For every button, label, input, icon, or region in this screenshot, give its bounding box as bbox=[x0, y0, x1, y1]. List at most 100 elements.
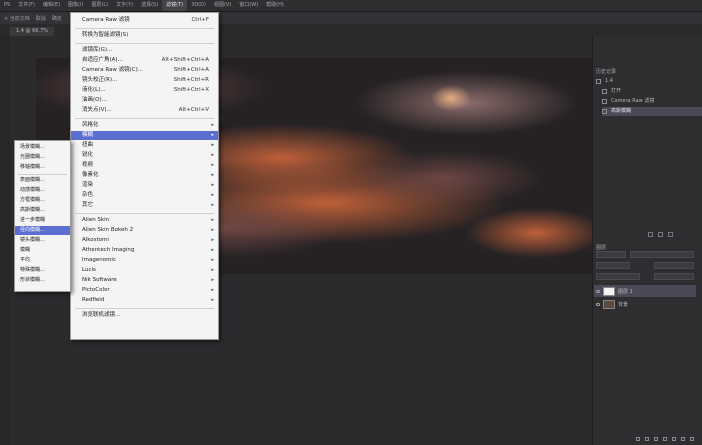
menu-item-label: Alien Skin bbox=[82, 217, 110, 223]
menu-separator bbox=[18, 174, 67, 175]
menu-item-label: Alkostomi bbox=[82, 237, 109, 243]
history-row[interactable]: 高斯模糊 bbox=[602, 107, 702, 116]
filter-menu-item[interactable]: 自适应广角(A)... Alt+Shift+Ctrl+A bbox=[71, 56, 218, 65]
document-tab[interactable]: 1.4 @ 66.7% bbox=[10, 27, 55, 36]
adjustment-icon[interactable] bbox=[663, 437, 667, 441]
filter-menu-item[interactable]: Lucis ▸ bbox=[71, 266, 218, 275]
visibility-eye-icon[interactable] bbox=[596, 302, 600, 306]
filter-menu-item[interactable]: Camera Raw 滤镜(C)... Shift+Ctrl+A bbox=[71, 66, 218, 75]
close-icon[interactable] bbox=[668, 232, 673, 237]
menu-item[interactable]: 文字(Y) bbox=[112, 0, 137, 11]
filter-menu-item[interactable]: 视频 ▸ bbox=[71, 161, 218, 170]
filter-menu-item[interactable]: Athentech Imaging ▸ bbox=[71, 246, 218, 255]
blur-submenu-item[interactable]: 径向模糊... bbox=[15, 226, 70, 235]
submenu-arrow-icon: ▸ bbox=[211, 142, 214, 148]
filter-menu-item[interactable]: Camera Raw 滤镜 Ctrl+F bbox=[71, 16, 218, 25]
fill-field[interactable] bbox=[654, 273, 694, 280]
menu-item[interactable]: 帮助(H) bbox=[262, 0, 288, 11]
menu-bar: PS 文件(F) 编辑(E) 图像(I) 图层(L) 文字(Y) 选择(S) 滤镜(T) 3D(… bbox=[0, 0, 702, 12]
menu-item-label: PictoColor bbox=[82, 287, 110, 293]
submenu-arrow-icon: ▸ bbox=[211, 247, 214, 253]
history-row[interactable]: Camera Raw 滤镜 bbox=[602, 97, 702, 106]
options-item[interactable]: ✕ 当前文档 bbox=[4, 15, 30, 22]
filter-menu-item[interactable]: 转换为智能滤镜(S) bbox=[71, 31, 218, 40]
filter-menu-item[interactable]: Imagenomic ▸ bbox=[71, 256, 218, 265]
menu-item[interactable]: 选择(S) bbox=[137, 0, 162, 11]
blur-submenu-item[interactable]: 动感模糊... bbox=[15, 186, 70, 195]
blur-submenu-item[interactable]: 高斯模糊... bbox=[15, 206, 70, 215]
blend-mode-select[interactable] bbox=[596, 262, 630, 269]
layer-row[interactable]: 图层 1 bbox=[594, 285, 696, 297]
layer-row[interactable]: 背景 bbox=[594, 298, 696, 310]
filter-menu-item[interactable]: 消失点(V)... Alt+Ctrl+V bbox=[71, 106, 218, 115]
menu-item[interactable]: 3D(D) bbox=[187, 0, 210, 11]
folder-icon[interactable] bbox=[672, 437, 676, 441]
blur-submenu: 场景模糊... 光圈模糊... 移轴模糊... 表面模糊... 动感模糊... 方框模糊.… bbox=[14, 140, 71, 292]
mask-icon[interactable] bbox=[654, 437, 658, 441]
layer-filter-kind[interactable] bbox=[596, 251, 626, 258]
options-item[interactable]: 取消 bbox=[36, 15, 46, 22]
layer-filter-icons[interactable] bbox=[630, 251, 694, 258]
blur-submenu-item[interactable]: 镜头模糊... bbox=[15, 236, 70, 245]
filter-menu-item[interactable]: 液化(L)... Shift+Ctrl+X bbox=[71, 86, 218, 95]
collapse-icon[interactable] bbox=[658, 232, 663, 237]
filter-menu-item[interactable]: Redfield ▸ bbox=[71, 296, 218, 305]
filter-menu-item[interactable]: 风格化 ▸ bbox=[71, 121, 218, 130]
filter-menu: Camera Raw 滤镜 Ctrl+F 转换为智能滤镜(S) 滤镜库(G)... 自适… bbox=[70, 12, 219, 340]
blur-submenu-item[interactable]: 平均 bbox=[15, 256, 70, 265]
filter-menu-item[interactable]: 其它 ▸ bbox=[71, 201, 218, 210]
blur-submenu-item[interactable]: 移轴模糊... bbox=[15, 163, 70, 172]
menu-item-label: 消失点(V)... bbox=[82, 107, 112, 113]
menu-item[interactable]: 视图(V) bbox=[210, 0, 235, 11]
menu-item[interactable]: PS bbox=[0, 0, 14, 11]
filter-menu-item[interactable]: Nik Software ▸ bbox=[71, 276, 218, 285]
filter-menu-item[interactable]: 扭曲 ▸ bbox=[71, 141, 218, 150]
filter-menu-item[interactable]: 镜头校正(R)... Shift+Ctrl+R bbox=[71, 76, 218, 85]
blur-submenu-item[interactable]: 进一步模糊 bbox=[15, 216, 70, 225]
opacity-field[interactable] bbox=[654, 262, 694, 269]
filter-menu-item[interactable]: PictoColor ▸ bbox=[71, 286, 218, 295]
new-layer-icon[interactable] bbox=[681, 437, 685, 441]
filter-menu-item[interactable]: 渲染 ▸ bbox=[71, 181, 218, 190]
filter-menu-item[interactable]: 滤镜库(G)... bbox=[71, 46, 218, 55]
menu-item[interactable]: 图像(I) bbox=[64, 0, 87, 11]
blur-submenu-item[interactable]: 方框模糊... bbox=[15, 196, 70, 205]
history-row[interactable]: 1.4 bbox=[596, 77, 696, 86]
submenu-arrow-icon: ▸ bbox=[211, 287, 214, 293]
filter-menu-item[interactable]: 浏览联机滤镜... bbox=[71, 311, 218, 320]
blur-submenu-item[interactable]: 场景模糊... bbox=[15, 143, 70, 152]
blur-submenu-item[interactable]: 模糊 bbox=[15, 246, 70, 255]
submenu-arrow-icon: ▸ bbox=[211, 182, 214, 188]
history-row[interactable]: 打开 bbox=[602, 87, 702, 96]
menu-item[interactable]: 滤镜(T) bbox=[162, 0, 188, 11]
visibility-eye-icon[interactable] bbox=[596, 289, 600, 293]
filter-menu-item[interactable]: 杂色 ▸ bbox=[71, 191, 218, 200]
filter-menu-item[interactable]: 像素化 ▸ bbox=[71, 171, 218, 180]
filter-menu-item[interactable]: 锐化 ▸ bbox=[71, 151, 218, 160]
blur-submenu-item[interactable]: 特殊模糊... bbox=[15, 266, 70, 275]
menu-item[interactable]: 文件(F) bbox=[14, 0, 39, 11]
blur-submenu-item[interactable]: 表面模糊... bbox=[15, 176, 70, 185]
filter-menu-item[interactable]: Alien Skin ▸ bbox=[71, 216, 218, 225]
link-icon[interactable] bbox=[636, 437, 640, 441]
blur-submenu-item[interactable]: 形状模糊... bbox=[15, 276, 70, 285]
options-item[interactable]: 确定 bbox=[52, 15, 62, 22]
fx-icon[interactable] bbox=[645, 437, 649, 441]
menu-item[interactable]: 编辑(E) bbox=[39, 0, 64, 11]
submenu-arrow-icon: ▸ bbox=[211, 267, 214, 273]
menu-item-shortcut: Shift+Ctrl+X bbox=[173, 87, 209, 93]
menu-item[interactable]: 窗口(W) bbox=[235, 0, 262, 11]
submenu-arrow-icon: ▸ bbox=[211, 202, 214, 208]
filter-menu-item[interactable]: Alkostomi ▸ bbox=[71, 236, 218, 245]
menu-item[interactable]: 图层(L) bbox=[87, 0, 112, 11]
blur-submenu-item[interactable]: 光圈模糊... bbox=[15, 153, 70, 162]
filter-menu-item[interactable]: Alien Skin Bokeh 2 ▸ bbox=[71, 226, 218, 235]
trash-icon[interactable] bbox=[690, 437, 694, 441]
filter-menu-item[interactable]: 模糊 ▸ bbox=[71, 131, 218, 140]
lock-icons[interactable] bbox=[596, 273, 640, 280]
menu-item-label: Lucis bbox=[82, 267, 96, 273]
filter-menu-item[interactable]: 油画(O)... bbox=[71, 96, 218, 105]
menu-item-label: 自适应广角(A)... bbox=[82, 57, 123, 63]
panel-menu-icon[interactable] bbox=[648, 232, 653, 237]
menu-separator bbox=[75, 28, 214, 29]
